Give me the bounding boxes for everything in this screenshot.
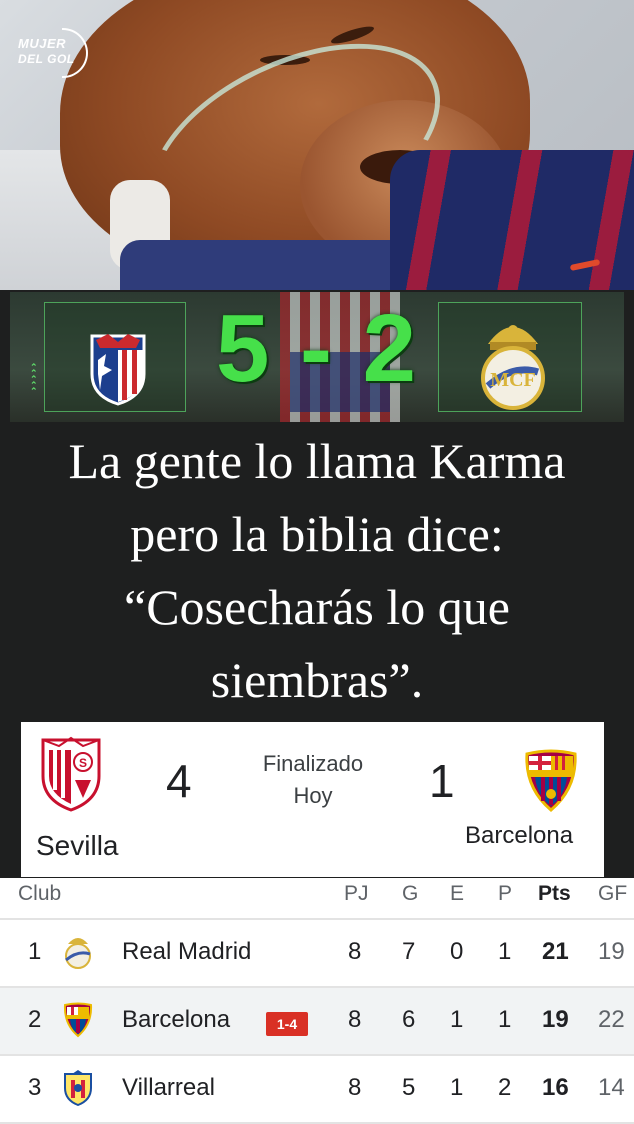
- logo-arc: [62, 28, 88, 78]
- row-e: 1: [450, 1006, 464, 1033]
- row-position: 2: [28, 1006, 42, 1033]
- caption-line-1: La gente lo llama Karma: [68, 433, 566, 489]
- row-gf: 14: [598, 1074, 625, 1101]
- row-pts: 16: [542, 1074, 569, 1101]
- header-g: G: [402, 882, 419, 905]
- atletico-madrid-crest-icon: [90, 334, 146, 406]
- row-g: 6: [402, 1006, 416, 1033]
- meme-caption: La gente lo llama Karma pero la biblia d…: [0, 425, 634, 715]
- row-e: 0: [450, 938, 464, 965]
- row-p: 2: [498, 1074, 512, 1101]
- table-row[interactable]: 1 Real Madrid 8 7 0 1 21 19: [0, 920, 634, 988]
- logo-line-1: MUJER: [18, 36, 67, 51]
- mujer-del-gol-logo: MUJER DEL GOL: [10, 28, 88, 78]
- row-position: 3: [28, 1074, 42, 1101]
- derby-score: 5 - 2: [215, 295, 419, 402]
- row-p: 1: [498, 1006, 512, 1033]
- match-result-card[interactable]: S 4 Finalizado Hoy 1 Sevilla Barcelona: [21, 722, 604, 877]
- row-club[interactable]: Barcelona: [122, 1006, 230, 1034]
- blue-shirt: [120, 240, 420, 290]
- svg-text:S: S: [79, 756, 87, 770]
- arrows-icon: ⌃ ⌃ ⌃ ⌃ ⌃: [30, 362, 38, 396]
- match-status: Finalizado Hoy: [246, 748, 380, 812]
- home-team-name[interactable]: Sevilla: [36, 830, 118, 862]
- header-club: Club: [18, 882, 62, 905]
- barcelona-crest-icon: [525, 749, 577, 812]
- svg-text:MCF: MCF: [490, 369, 536, 391]
- away-team-name[interactable]: Barcelona: [465, 822, 573, 850]
- derby-score-banner: ⌃ ⌃ ⌃ ⌃ ⌃ 5 - 2 MCF: [10, 292, 624, 422]
- caption-line-4: siembras”.: [210, 652, 424, 708]
- standings-table: Club PJ G E P Pts GF 1 Real Madrid 8 7 0…: [0, 878, 634, 1124]
- away-score: 1: [429, 755, 455, 807]
- meme-photo: MUJER DEL GOL: [0, 0, 634, 290]
- caption-line-2: pero la biblia dice:: [130, 506, 504, 562]
- standings-header: Club PJ G E P Pts GF: [0, 878, 634, 920]
- row-e: 1: [450, 1074, 464, 1101]
- table-row[interactable]: 3 Villarreal 8 5 1 2 16 14: [0, 1056, 634, 1124]
- row-gf: 22: [598, 1006, 625, 1033]
- row-pj: 8: [348, 938, 362, 965]
- table-row[interactable]: 2 Barcelona 1-4 8 6 1 1 19 22: [0, 988, 634, 1056]
- row-club[interactable]: Villarreal: [122, 1074, 215, 1102]
- row-position: 1: [28, 938, 42, 965]
- header-p: P: [498, 882, 513, 905]
- row-pts: 19: [542, 1006, 569, 1033]
- row-g: 7: [402, 938, 416, 965]
- match-date: Hoy: [293, 783, 333, 808]
- home-score: 4: [166, 755, 192, 807]
- caption-line-3: “Cosecharás lo que: [124, 579, 510, 635]
- result-badge: 1-4: [266, 1012, 308, 1036]
- row-club[interactable]: Real Madrid: [122, 938, 251, 966]
- barcelona-jersey: [390, 150, 634, 290]
- header-pts: Pts: [538, 882, 571, 905]
- real-madrid-crest-icon: MCF: [481, 325, 545, 410]
- barcelona-crest-icon: [63, 1002, 93, 1038]
- header-pj: PJ: [344, 882, 369, 905]
- row-gf: 19: [598, 938, 625, 965]
- sevilla-crest-icon: S: [41, 736, 101, 812]
- real-madrid-crest-icon: [65, 938, 91, 969]
- row-pj: 8: [348, 1006, 362, 1033]
- row-pts: 21: [542, 938, 569, 965]
- row-p: 1: [498, 938, 512, 965]
- header-gf: GF: [598, 882, 628, 905]
- villarreal-crest-icon: [64, 1070, 92, 1106]
- row-pj: 8: [348, 1074, 362, 1101]
- row-g: 5: [402, 1074, 416, 1101]
- status-label: Finalizado: [262, 751, 364, 776]
- header-e: E: [450, 882, 465, 905]
